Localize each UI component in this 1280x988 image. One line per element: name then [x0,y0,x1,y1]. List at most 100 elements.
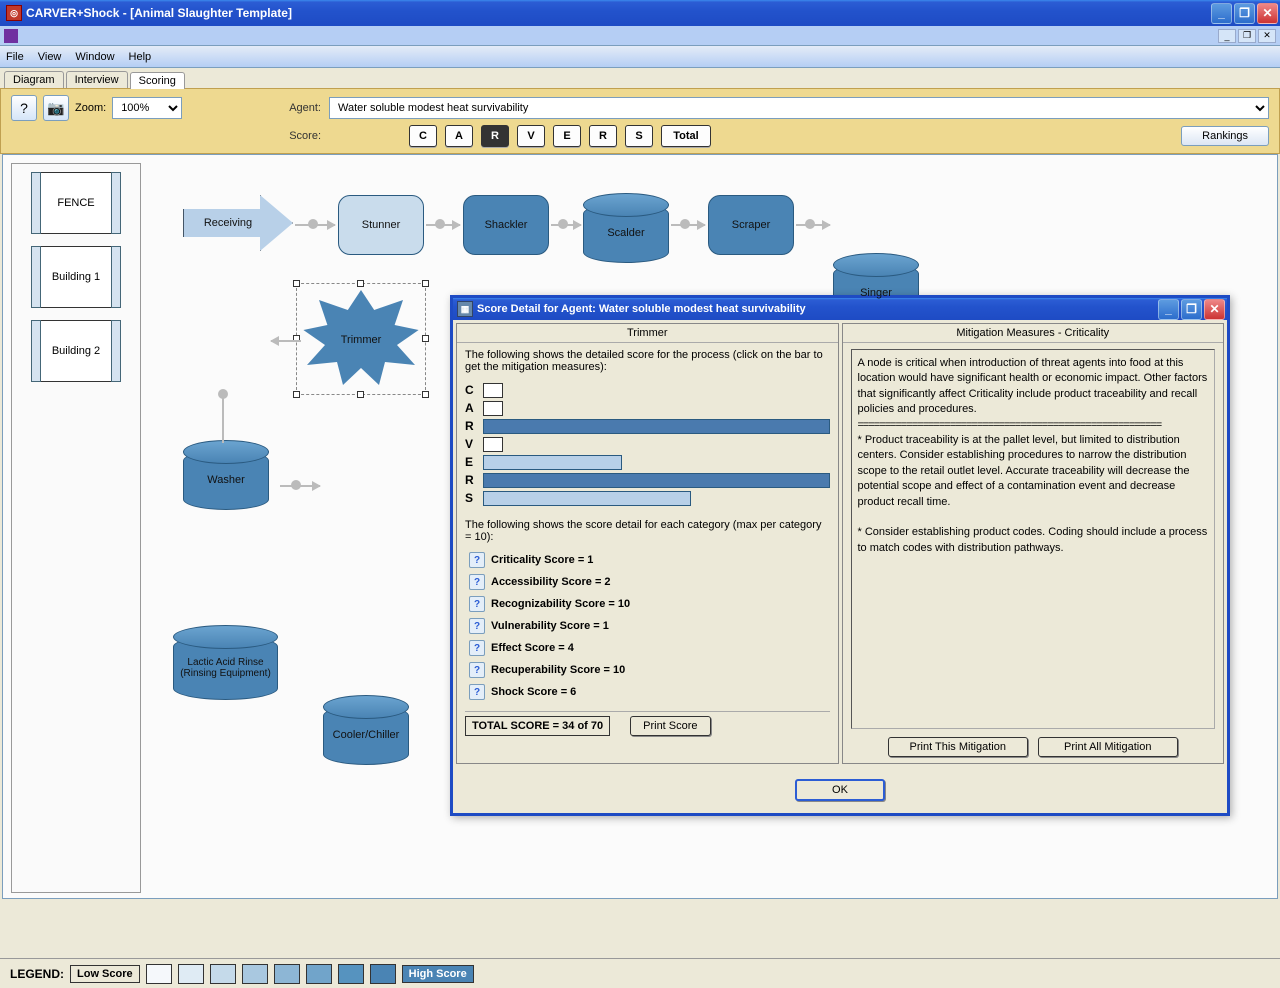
dialog-icon: ▦ [457,301,473,317]
score-s-button[interactable]: S [625,125,653,147]
score-r2-button[interactable]: R [589,125,617,147]
bar-e[interactable] [483,455,622,470]
score-vulnerability: Vulnerability Score = 1 [491,620,609,632]
score-recuperability: Recuperability Score = 10 [491,664,625,676]
bar-r2[interactable] [483,473,830,488]
dialog-titlebar: ▦ Score Detail for Agent: Water soluble … [453,298,1227,320]
legend-low: Low Score [70,965,140,983]
print-this-mitigation-button[interactable]: Print This Mitigation [888,737,1028,757]
node-scraper[interactable]: Scraper [708,195,794,255]
bar-a[interactable] [483,401,503,416]
node-washer[interactable]: Washer [183,450,269,510]
inner-minimize-button[interactable]: _ [1218,29,1236,43]
bar-s[interactable] [483,491,691,506]
connector [271,340,301,342]
menu-window[interactable]: Window [75,51,114,63]
mitigation-panel: Mitigation Measures - Criticality A node… [842,323,1225,764]
window-buttons: _ ❐ ✕ [1211,3,1278,24]
ok-button[interactable]: OK [795,779,885,801]
score-accessibility: Accessibility Score = 2 [491,576,611,588]
legend-swatch [370,964,396,984]
close-button[interactable]: ✕ [1257,3,1278,24]
help-icon[interactable]: ? [469,574,485,590]
node-lactic[interactable]: Lactic Acid Rinse (Rinsing Equipment) [173,635,278,700]
score-a-button[interactable]: A [445,125,473,147]
score-r-button[interactable]: R [481,125,509,147]
tab-interview[interactable]: Interview [66,71,128,88]
bar-r[interactable] [483,419,830,434]
help-icon[interactable]: ? [11,95,37,121]
score-recognizability: Recognizability Score = 10 [491,598,630,610]
palette-building-2[interactable]: Building 2 [31,320,121,382]
legend-high: High Score [402,965,474,983]
bar-v[interactable] [483,437,503,452]
help-icon[interactable]: ? [469,684,485,700]
bar-c[interactable] [483,383,503,398]
score-list-note: The following shows the score detail for… [465,519,830,543]
score-criticality: Criticality Score = 1 [491,554,593,566]
camera-icon[interactable]: 📷 [43,95,69,121]
minimize-button[interactable]: _ [1211,3,1232,24]
legend-swatch [306,964,332,984]
node-receiving[interactable]: Receiving [183,195,293,251]
score-c-button[interactable]: C [409,125,437,147]
score-e-button[interactable]: E [553,125,581,147]
palette-sidebar: FENCE Building 1 Building 2 [11,163,141,893]
doc-icon [4,29,18,43]
legend-swatch [338,964,364,984]
score-v-button[interactable]: V [517,125,545,147]
score-shock: Shock Score = 6 [491,686,576,698]
mitigation-panel-title: Mitigation Measures - Criticality [843,324,1224,343]
total-score: TOTAL SCORE = 34 of 70 [465,716,610,736]
zoom-label: Zoom: [75,102,106,114]
node-stunner[interactable]: Stunner [338,195,424,255]
help-icon[interactable]: ? [469,618,485,634]
node-scalder[interactable]: Scalder [583,203,669,263]
dialog-maximize-button[interactable]: ❐ [1181,299,1202,320]
tabs: Diagram Interview Scoring [0,68,1280,88]
agent-select[interactable]: Water soluble modest heat survivability [329,97,1269,119]
help-icon[interactable]: ? [469,596,485,612]
inner-close-button[interactable]: ✕ [1258,29,1276,43]
palette-building-1[interactable]: Building 1 [31,246,121,308]
app-icon: ◎ [6,5,22,21]
help-icon[interactable]: ? [469,662,485,678]
rankings-button[interactable]: Rankings [1181,126,1269,146]
tab-diagram[interactable]: Diagram [4,71,64,88]
score-label: Score: [271,130,321,142]
legend-swatch [210,964,236,984]
dialog-minimize-button[interactable]: _ [1158,299,1179,320]
carver-chart: C A R V E R S [465,381,830,507]
agent-label: Agent: [271,102,321,114]
dialog-close-button[interactable]: ✕ [1204,299,1225,320]
tab-scoring[interactable]: Scoring [130,72,185,89]
palette-fence[interactable]: FENCE [31,172,121,234]
score-panel-title: Trimmer [457,324,838,343]
menu-help[interactable]: Help [129,51,152,63]
inner-restore-button[interactable]: ❐ [1238,29,1256,43]
print-all-mitigation-button[interactable]: Print All Mitigation [1038,737,1178,757]
scoring-toolbar: ? 📷 Zoom: 100% Agent: Water soluble mode… [0,88,1280,154]
mdi-toolbar: _ ❐ ✕ [0,26,1280,46]
zoom-select[interactable]: 100% [112,97,182,119]
chart-note: The following shows the detailed score f… [465,349,830,373]
maximize-button[interactable]: ❐ [1234,3,1255,24]
menu-file[interactable]: File [6,51,24,63]
menubar: File View Window Help [0,46,1280,68]
node-shackler[interactable]: Shackler [463,195,549,255]
score-detail-dialog: ▦ Score Detail for Agent: Water soluble … [450,295,1230,816]
node-cooler[interactable]: Cooler/Chiller [323,705,409,765]
print-score-button[interactable]: Print Score [630,716,710,736]
legend-bar: LEGEND: Low Score High Score [0,958,1280,988]
legend-swatch [146,964,172,984]
dialog-title: Score Detail for Agent: Water soluble mo… [477,303,1158,315]
score-effect: Effect Score = 4 [491,642,574,654]
menu-view[interactable]: View [38,51,62,63]
legend-label: LEGEND: [10,967,64,981]
help-icon[interactable]: ? [469,640,485,656]
app-title: CARVER+Shock - [Animal Slaughter Templat… [26,6,1211,20]
mitigation-text[interactable]: A node is critical when introduction of … [851,349,1216,729]
help-icon[interactable]: ? [469,552,485,568]
legend-swatch [242,964,268,984]
score-total-button[interactable]: Total [661,125,711,147]
